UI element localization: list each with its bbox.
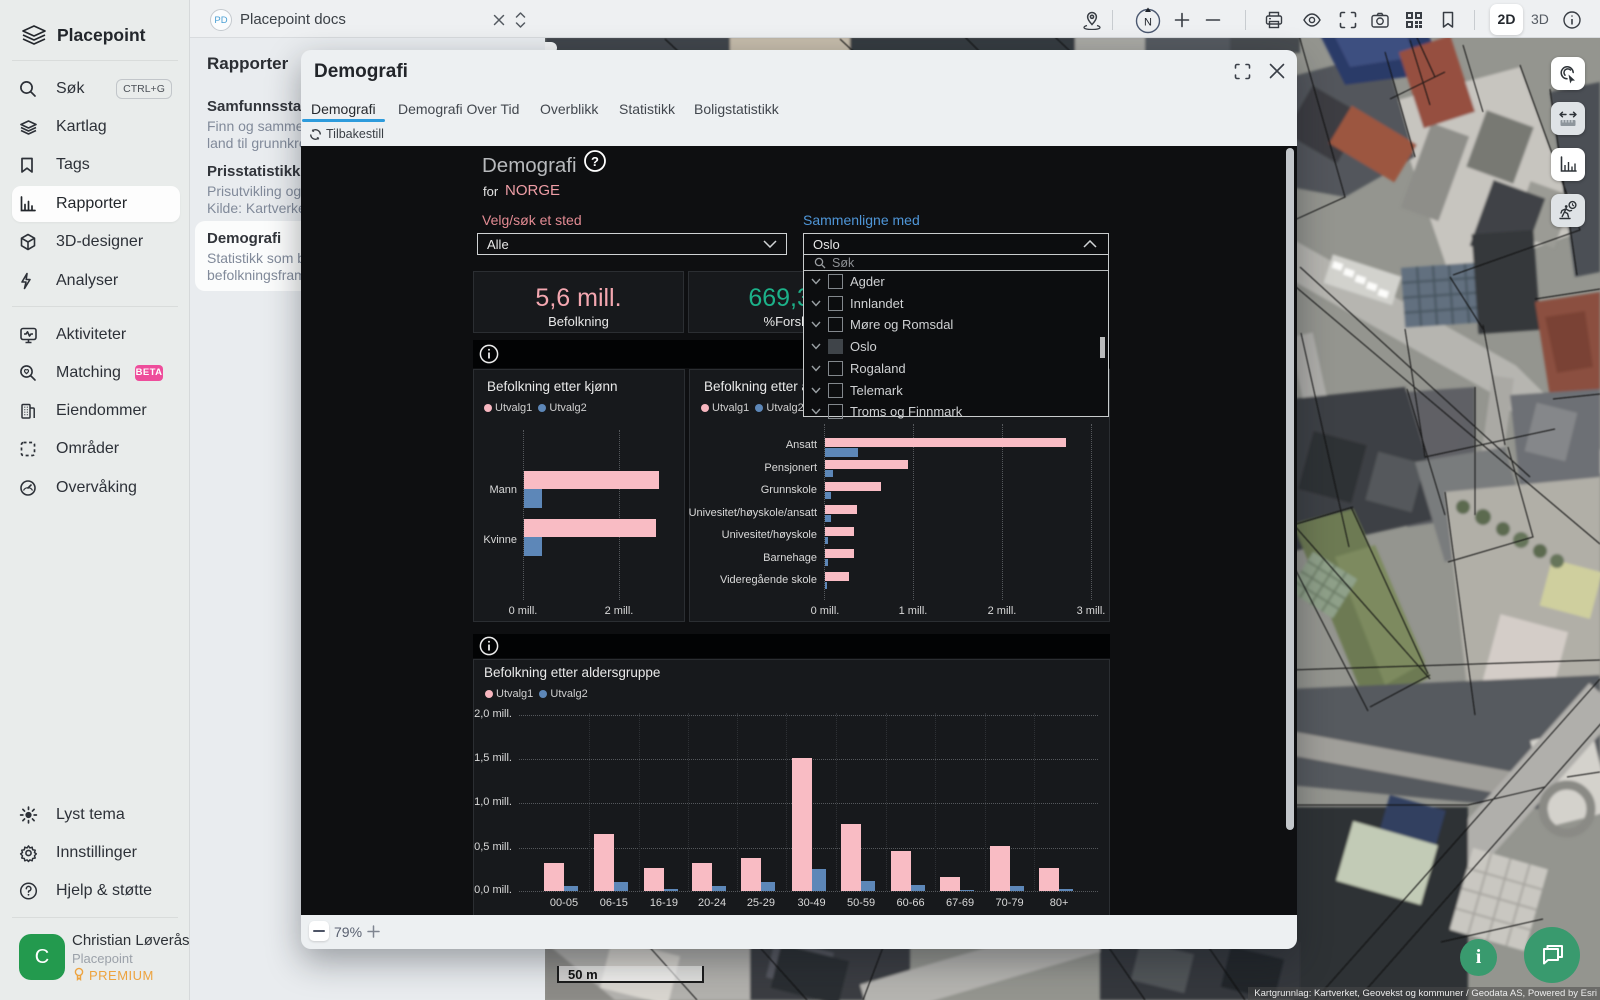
svg-text:N: N (1144, 17, 1152, 29)
svg-text:?: ? (591, 154, 599, 169)
